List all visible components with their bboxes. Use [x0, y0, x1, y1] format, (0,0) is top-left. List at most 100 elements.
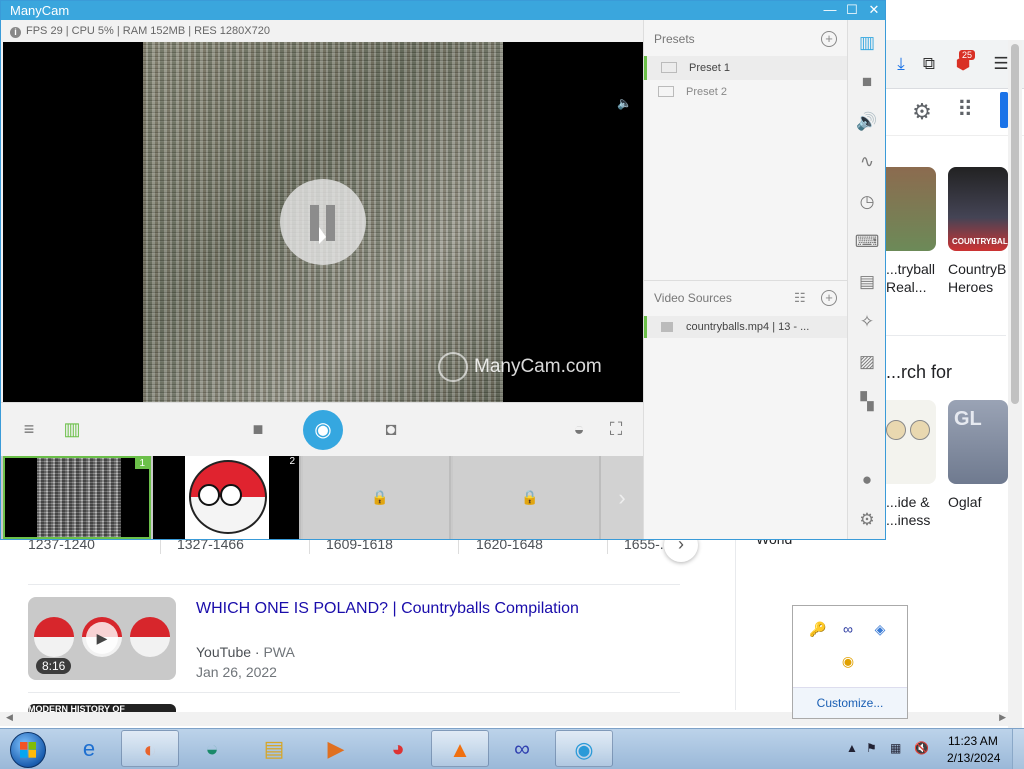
effects-icon[interactable]: ✧: [848, 307, 885, 337]
chrome-icon[interactable]: ◕: [369, 730, 427, 767]
info-icon[interactable]: i: [10, 27, 21, 38]
add-source-icon[interactable]: +: [821, 290, 837, 306]
watermark: ManyCam.com: [438, 352, 602, 382]
taskbar: e ◐ ◒ ▤ ▶ ◕ ▲ ∞ ◉ ▲ ⚑ ▦ 🔇 11:23 AM 2/13/…: [0, 728, 1024, 769]
internet-explorer-icon[interactable]: e: [60, 730, 118, 767]
strip-next-button[interactable]: ›: [601, 456, 643, 539]
lock-icon: 🔒: [521, 489, 539, 505]
presets-header: Presets +: [644, 20, 848, 58]
widgets-icon[interactable]: ▚: [848, 387, 885, 417]
section-heading: ...rch for: [886, 362, 953, 382]
settings-gear-icon[interactable]: ⚙: [910, 99, 934, 125]
snapshot-icon[interactable]: ◘: [379, 417, 403, 441]
preset-icon: [661, 62, 677, 73]
settings-icon[interactable]: ⚙: [848, 505, 885, 535]
slot-number: 1: [135, 458, 149, 469]
manycam-titlebar[interactable]: ManyCam — ☐ ✕: [1, 1, 885, 20]
video-source: YouTube · PWA: [196, 644, 295, 660]
avast-icon[interactable]: ▲: [431, 730, 489, 767]
preset-slot-locked[interactable]: 🔒: [303, 456, 451, 539]
result-card-image[interactable]: COUNTRYBALL: [948, 167, 1008, 251]
source-settings-icon[interactable]: ☷: [794, 279, 806, 317]
pause-button[interactable]: [280, 179, 366, 265]
volume-muted-icon[interactable]: 🔇: [914, 741, 929, 755]
slot-number: 2: [285, 456, 299, 467]
start-button[interactable]: [2, 730, 54, 768]
video-preview[interactable]: 🔈 ManyCam.com: [3, 42, 643, 402]
firefox-icon[interactable]: ◐: [121, 730, 179, 767]
minimize-button[interactable]: —: [821, 2, 839, 18]
media-player-icon[interactable]: ▶: [307, 730, 365, 767]
video-date: Jan 26, 2022: [196, 664, 277, 680]
network-icon[interactable]: ▦: [890, 741, 901, 755]
manycam-icon[interactable]: ◉: [555, 730, 613, 767]
extensions-icon[interactable]: ⧉: [917, 52, 941, 76]
search-key-icon[interactable]: 🔑: [809, 620, 827, 638]
card-title[interactable]: CountryB Heroes: [948, 260, 1006, 296]
stats-text: FPS 29 | CPU 5% | RAM 152MB | RES 1280X7…: [26, 25, 270, 37]
clock-icon[interactable]: ◷: [848, 187, 885, 217]
side-panel: Presets + Preset 1 Preset 2 Video Source…: [643, 20, 848, 539]
maximize-button[interactable]: ☐: [843, 2, 861, 18]
video-thumbnail[interactable]: ▶ 8:16: [28, 597, 176, 680]
card-title[interactable]: ...ide & ...iness: [886, 493, 930, 529]
app-green-icon[interactable]: ◒: [183, 730, 241, 767]
camera-icon[interactable]: ■: [848, 67, 885, 97]
infinity-tray-icon[interactable]: ∞: [839, 620, 857, 638]
images-icon[interactable]: ▨: [848, 347, 885, 377]
keyboard-icon[interactable]: ⌨: [848, 227, 885, 257]
card-title[interactable]: ...tryball Real...: [886, 260, 935, 296]
clock-time[interactable]: 11:23 AM: [948, 734, 998, 748]
video-result-title[interactable]: WHICH ONE IS POLAND? | Countryballs Comp…: [196, 600, 579, 618]
audio-icon[interactable]: 🔊: [848, 107, 885, 137]
presets-icon[interactable]: ▥: [848, 28, 885, 58]
show-desktop-button[interactable]: [1012, 729, 1024, 769]
file-explorer-icon[interactable]: ▤: [245, 730, 303, 767]
show-hidden-icons[interactable]: ▲: [846, 741, 858, 755]
scroll-left-icon[interactable]: ◀: [6, 712, 13, 723]
draw-icon[interactable]: ∿: [848, 147, 885, 177]
video-source-item[interactable]: countryballs.mp4 | 13 - ...: [644, 316, 847, 338]
page-scrollbar[interactable]: [1008, 40, 1022, 728]
volume-icon[interactable]: 🔈: [617, 96, 632, 110]
video-duration: 8:16: [36, 658, 72, 674]
close-button[interactable]: ✕: [865, 2, 883, 18]
mouse-cursor-icon: [319, 227, 326, 244]
infinity-app-icon[interactable]: ∞: [493, 730, 551, 767]
download-icon[interactable]: ⤓: [889, 52, 913, 76]
preset-slot[interactable]: 1: [3, 456, 151, 539]
presets-view-icon[interactable]: ▥: [59, 417, 85, 441]
customize-link[interactable]: Customize...: [793, 687, 907, 718]
browser-toolbar: ⤓ ⧉ ⬢ ☰: [885, 40, 1024, 89]
video-file-icon: [661, 322, 673, 332]
camera-icon[interactable]: ■: [246, 417, 270, 441]
add-preset-icon[interactable]: +: [821, 31, 837, 47]
manycam-logo-icon: [438, 352, 468, 382]
network-tray-icon[interactable]: ◈: [871, 620, 889, 638]
preset-thumbnail-strip: 1 2 🔒 🔒 ›: [1, 456, 643, 539]
broadcast-button[interactable]: ◉: [303, 410, 343, 450]
lower-thirds-icon[interactable]: ▤: [848, 267, 885, 297]
update-tray-icon[interactable]: ◉: [839, 652, 857, 670]
preset-slot-locked[interactable]: 🔒: [453, 456, 601, 539]
playlist-icon[interactable]: ≡: [17, 417, 41, 441]
account-icon[interactable]: ●: [848, 465, 885, 495]
mask-icon[interactable]: ◒: [567, 417, 591, 441]
fullscreen-icon[interactable]: ⛶: [604, 417, 628, 441]
windows-logo-icon: [20, 742, 36, 758]
apps-grid-icon[interactable]: ⠿: [957, 97, 973, 123]
tray-overflow-popup: 🔑 ∞ ◈ ◉ Customize...: [792, 605, 908, 719]
sign-in-button[interactable]: [1000, 92, 1008, 128]
extension-badge: 25: [959, 50, 976, 60]
stats-bar: i FPS 29 | CPU 5% | RAM 152MB | RES 1280X…: [1, 20, 643, 42]
preset-item[interactable]: Preset 2: [644, 80, 844, 104]
card-title[interactable]: Oglaf: [948, 493, 981, 511]
clock-date[interactable]: 2/13/2024: [947, 751, 1000, 765]
preset-icon: [658, 86, 674, 97]
preset-slot[interactable]: 2: [153, 456, 301, 539]
result-card-image[interactable]: GL: [948, 400, 1008, 484]
preset-item[interactable]: Preset 1: [644, 56, 847, 80]
flag-icon[interactable]: ⚑: [866, 741, 877, 755]
scroll-right-icon[interactable]: ▶: [999, 712, 1006, 723]
play-icon: ▶: [86, 622, 118, 654]
